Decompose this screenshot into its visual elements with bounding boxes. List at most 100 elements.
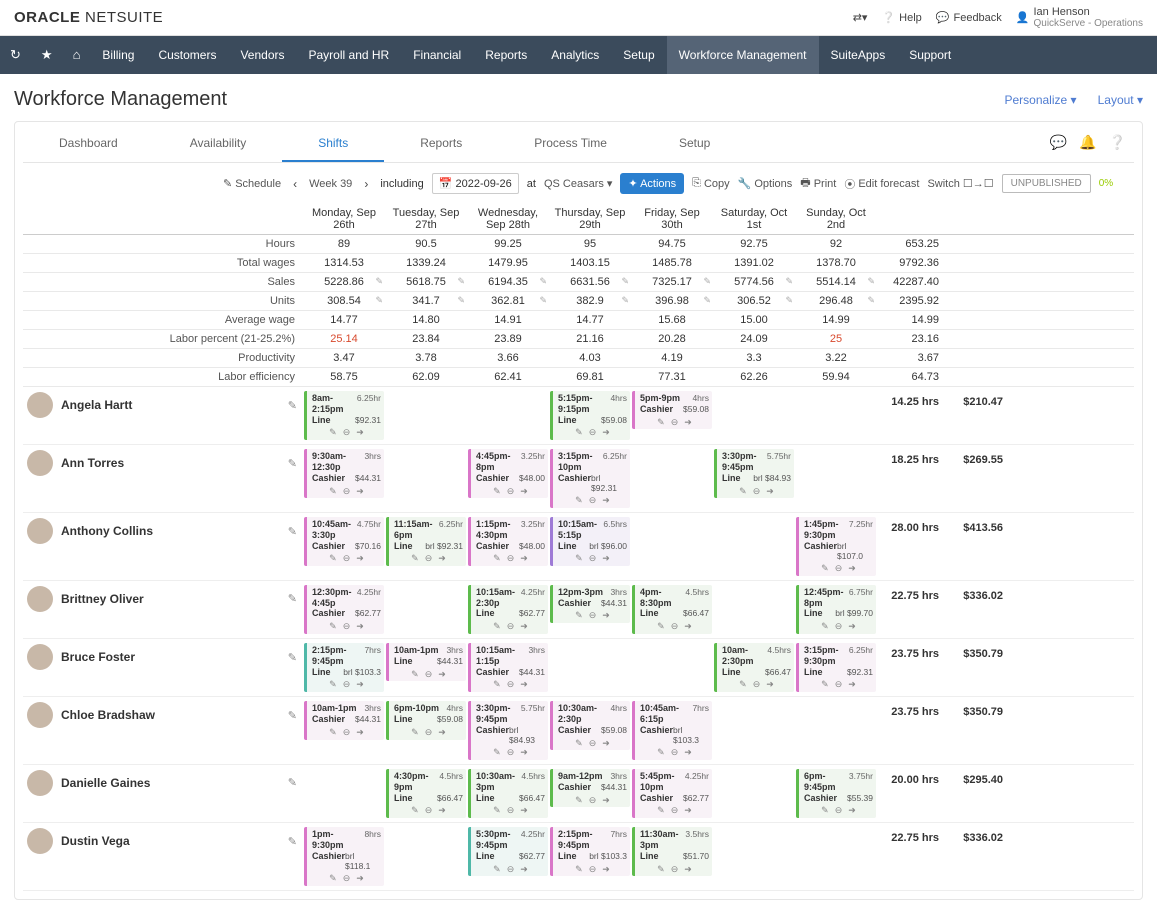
shift-card[interactable]: 10am-1pm3hrsCashier$44.31✎⊖➜ [304,701,384,739]
shift-delete-icon[interactable]: ⊖ [343,621,351,632]
shift-card[interactable]: 10:15am-1:15p3hrsCashier$44.31✎⊖➜ [468,643,548,692]
shift-delete-icon[interactable]: ⊖ [343,486,351,497]
shift-move-icon[interactable]: ➜ [602,553,610,564]
chat-icon[interactable]: 💬 [1050,134,1067,151]
shift-delete-icon[interactable]: ⊖ [589,427,597,438]
shift-card[interactable]: 10am-1pm3hrsLine$44.31✎⊖➜ [386,643,466,681]
shift-cell[interactable] [467,390,549,392]
shift-delete-icon[interactable]: ⊖ [507,747,515,758]
shift-move-icon[interactable]: ➜ [356,873,364,884]
shift-edit-icon[interactable]: ✎ [657,621,665,632]
shift-move-icon[interactable]: ➜ [520,747,528,758]
shift-edit-icon[interactable]: ✎ [575,553,583,564]
shift-card[interactable]: 5:30pm-9:45pm4.25hrLine$62.77✎⊖➜ [468,827,548,876]
personalize-link[interactable]: Personalize ▾ [1004,93,1076,107]
shift-edit-icon[interactable]: ✎ [493,805,501,816]
subtab-process-time[interactable]: Process Time [498,122,643,162]
shift-cell[interactable]: 11:15am-6pm6.25hrLinebrl $92.31✎⊖➜ [385,516,467,567]
shift-move-icon[interactable]: ➜ [520,805,528,816]
nav-workforce-management[interactable]: Workforce Management [667,36,819,74]
shift-cell[interactable]: 5pm-9pm4hrsCashier$59.08✎⊖➜ [631,390,713,430]
shift-edit-icon[interactable]: ✎ [575,610,583,621]
shift-cell[interactable]: 2:15pm-9:45pm7hrsLinebrl $103.3✎⊖➜ [549,826,631,877]
shift-edit-icon[interactable]: ✎ [657,747,665,758]
edit-stat-icon[interactable]: ✎ [703,276,711,287]
shift-cell[interactable] [713,516,795,518]
shift-move-icon[interactable]: ➜ [684,864,692,875]
shift-edit-icon[interactable]: ✎ [493,864,501,875]
shift-cell[interactable]: 10:45am-6:15p7hrsCashierbrl $103.3✎⊖➜ [631,700,713,761]
next-week[interactable]: › [360,177,372,191]
shift-cell[interactable] [631,642,713,644]
edit-stat-icon[interactable]: ✎ [785,276,793,287]
edit-stat-icon[interactable]: ✎ [867,295,875,306]
shift-move-icon[interactable]: ➜ [848,621,856,632]
shift-card[interactable]: 10:15am-5:15p6.5hrsLinebrl $96.00✎⊖➜ [550,517,630,566]
shift-move-icon[interactable]: ➜ [848,805,856,816]
shift-card[interactable]: 2:15pm-9:45pm7hrsLinebrl $103.3✎⊖➜ [304,643,384,692]
shift-card[interactable]: 10:45am-6:15p7hrsCashierbrl $103.3✎⊖➜ [632,701,712,760]
shift-delete-icon[interactable]: ⊖ [753,486,761,497]
shift-delete-icon[interactable]: ⊖ [835,805,843,816]
shift-cell[interactable]: 10:15am-5:15p6.5hrsLinebrl $96.00✎⊖➜ [549,516,631,567]
help-icon[interactable]: ❔ [1109,134,1126,151]
shift-cell[interactable] [385,826,467,828]
nav-customers[interactable]: Customers [146,36,228,74]
edit-stat-icon[interactable]: ✎ [539,295,547,306]
shift-card[interactable]: 10:15am-2:30p4.25hrLine$62.77✎⊖➜ [468,585,548,634]
shift-delete-icon[interactable]: ⊖ [589,738,597,749]
nav-reports[interactable]: Reports [473,36,539,74]
shift-delete-icon[interactable]: ⊖ [671,621,679,632]
shift-cell[interactable]: 3:30pm-9:45pm5.75hrLinebrl $84.93✎⊖➜ [713,448,795,499]
shift-card[interactable]: 5:45pm-10pm4.25hrCashier$62.77✎⊖➜ [632,769,712,818]
shift-cell[interactable]: 2:15pm-9:45pm7hrsLinebrl $103.3✎⊖➜ [303,642,385,693]
shift-card[interactable]: 9:30am-12:30p3hrsCashier$44.31✎⊖➜ [304,449,384,498]
shift-cell[interactable] [795,700,877,702]
shift-cell[interactable]: 4pm-8:30pm4.5hrsLine$66.47✎⊖➜ [631,584,713,635]
location-select[interactable]: QS Ceasars ▾ [544,177,612,190]
options-button[interactable]: 🔧 Options [738,177,793,190]
shift-cell[interactable] [713,390,795,392]
shift-cell[interactable]: 5:45pm-10pm4.25hrCashier$62.77✎⊖➜ [631,768,713,819]
shift-card[interactable]: 2:15pm-9:45pm7hrsLinebrl $103.3✎⊖➜ [550,827,630,876]
shift-move-icon[interactable]: ➜ [438,669,446,680]
nav-support[interactable]: Support [897,36,963,74]
shift-cell[interactable] [631,448,713,450]
shift-move-icon[interactable]: ➜ [684,621,692,632]
shift-delete-icon[interactable]: ⊖ [671,747,679,758]
shift-cell[interactable]: 10:15am-2:30p4.25hrLine$62.77✎⊖➜ [467,584,549,635]
shift-move-icon[interactable]: ➜ [438,805,446,816]
shift-move-icon[interactable]: ➜ [520,864,528,875]
shift-card[interactable]: 6pm-9:45pm3.75hrCashier$55.39✎⊖➜ [796,769,876,818]
shift-cell[interactable] [713,768,795,770]
shift-delete-icon[interactable]: ⊖ [507,621,515,632]
shift-move-icon[interactable]: ➜ [684,417,692,428]
shift-cell[interactable] [795,390,877,392]
shift-cell[interactable]: 4:45pm-8pm3.25hrCashier$48.00✎⊖➜ [467,448,549,499]
nav-billing[interactable]: Billing [90,36,146,74]
shift-cell[interactable]: 11:30am-3pm3.5hrsLine$51.70✎⊖➜ [631,826,713,877]
shift-edit-icon[interactable]: ✎ [329,486,337,497]
shift-edit-icon[interactable]: ✎ [329,873,337,884]
edit-stat-icon[interactable]: ✎ [457,295,465,306]
edit-stat-icon[interactable]: ✎ [621,295,629,306]
shift-delete-icon[interactable]: ⊖ [343,727,351,738]
shift-cell[interactable]: 10:15am-1:15p3hrsCashier$44.31✎⊖➜ [467,642,549,693]
shift-move-icon[interactable]: ➜ [356,553,364,564]
shift-card[interactable]: 1:15pm-4:30pm3.25hrCashier$48.00✎⊖➜ [468,517,548,566]
subtab-setup[interactable]: Setup [643,122,746,162]
shift-cell[interactable] [303,768,385,770]
actions-button[interactable]: ✦ Actions [620,173,684,194]
shift-cell[interactable]: 10:45am-3:30p4.75hrCashier$70.16✎⊖➜ [303,516,385,567]
shift-move-icon[interactable]: ➜ [356,427,364,438]
date-picker[interactable]: 📅 2022-09-26 [432,173,519,194]
shift-card[interactable]: 9am-12pm3hrsCashier$44.31✎⊖➜ [550,769,630,807]
shift-cell[interactable]: 5:15pm-9:15pm4hrsLine$59.08✎⊖➜ [549,390,631,441]
edit-employee-icon[interactable]: ✎ [288,651,297,664]
print-button[interactable]: 🖶 Print [800,174,836,193]
shift-move-icon[interactable]: ➜ [602,427,610,438]
shift-move-icon[interactable]: ➜ [602,795,610,806]
help-link[interactable]: ❔ Help [881,11,921,24]
shift-edit-icon[interactable]: ✎ [575,495,583,506]
shift-card[interactable]: 10am-2:30pm4.5hrsLine$66.47✎⊖➜ [714,643,794,692]
